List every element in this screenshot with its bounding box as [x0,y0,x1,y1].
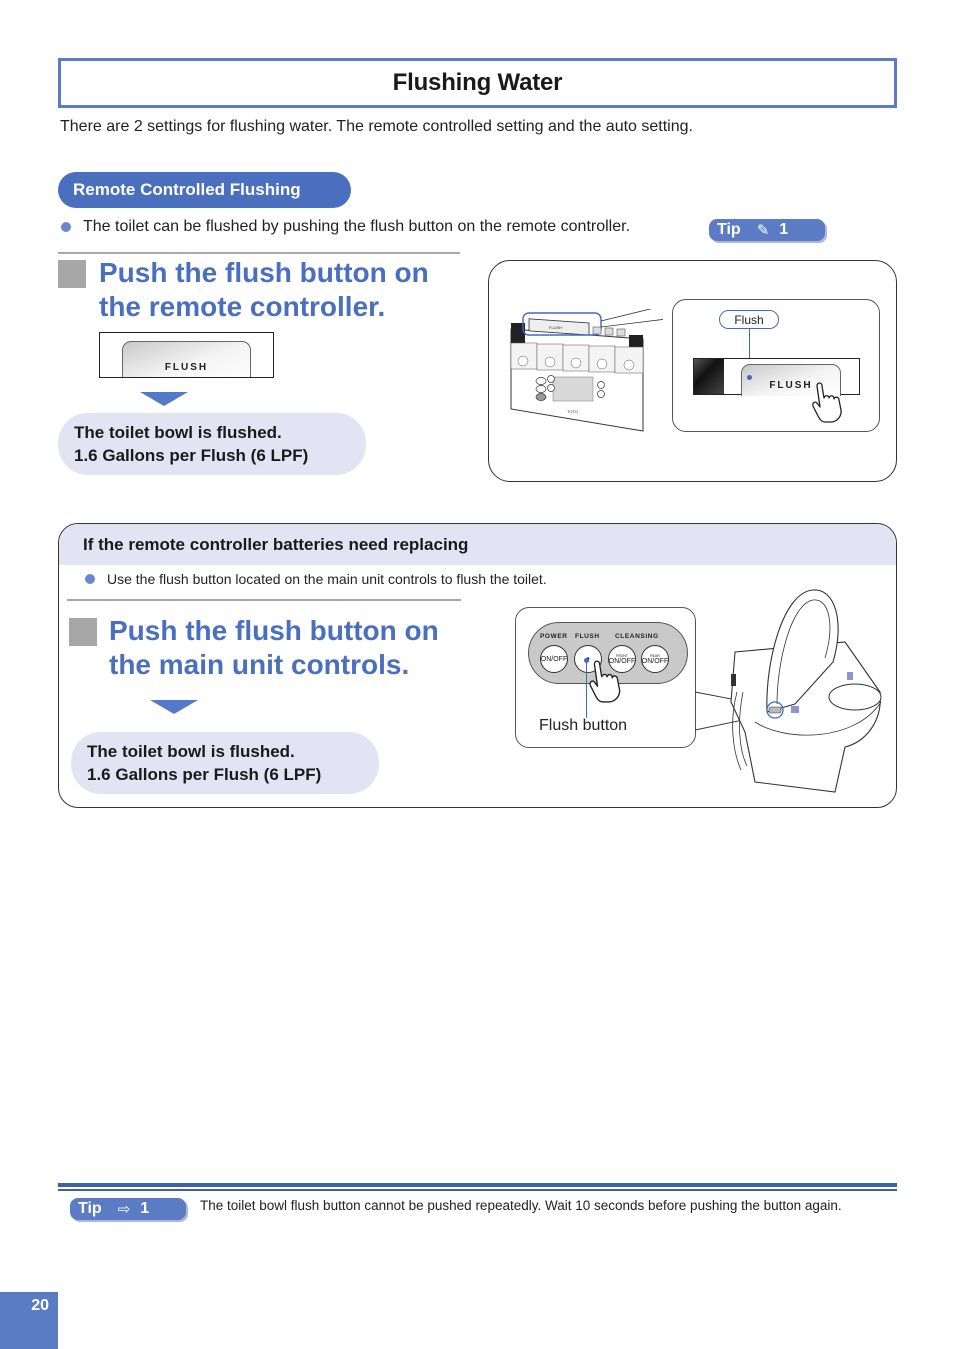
intro-text: There are 2 settings for flushing water.… [60,118,693,135]
step-marker [58,260,86,288]
bullet-dot-icon [61,222,71,232]
flush-button-caption: Flush button [539,717,628,734]
footer-rule-thin [58,1189,897,1191]
batteries-panel: If the remote controller batteries need … [58,523,897,808]
flush-zoom-callout: Flush FLUSH [672,299,880,432]
remote-illustration-panel: FLUSH TOTO Flush FLUSH [488,260,897,482]
battery-bullet: Use the flush button located on the main… [85,571,547,587]
remote-step-title: Push the flush button on the remote cont… [99,256,429,324]
arrow-right-icon: ⇨ [117,1201,131,1218]
footer-tip-text: The toilet bowl flush button cannot be p… [200,1198,842,1213]
callout-leader-line [586,660,587,718]
result-line1: The toilet bowl is flushed. [87,742,295,761]
bullet-dot-icon [85,574,95,584]
battery-result-bubble: The toilet bowl is flushed. 1.6 Gallons … [71,732,379,794]
battery-bullet-text: Use the flush button located on the main… [107,571,547,587]
arrow-down-icon [140,392,188,406]
remote-flush-label: FLUSH [549,325,562,330]
remote-flushing-heading: Remote Controlled Flushing [58,172,351,208]
page-title: Flushing Water [392,69,563,96]
callout-dot [747,375,752,380]
tip-badge-footer: Tip ⇨ 1 [70,1198,186,1220]
rear-button-label: ON/OFF [641,657,669,665]
remote-brand: TOTO [567,409,578,414]
footer-rule [58,1183,897,1187]
divider-rule [58,252,460,254]
hand-pointer-icon [812,382,842,423]
remote-edge-dark [694,359,724,394]
battery-step-title-line1: Push the flush button on [109,615,439,646]
tip-label: Tip [717,221,741,238]
hand-pointer-icon [589,660,621,703]
flush-callout-label: Flush [719,310,779,329]
divider-rule [67,599,461,601]
result-line2: 1.6 Gallons per Flush (6 LPF) [74,446,309,465]
remote-bullet: The toilet can be flushed by pushing the… [61,218,630,236]
power-label: POWER [540,633,568,640]
battery-step-title: Push the flush button on the main unit c… [109,614,439,682]
flush-key: FLUSH [122,341,251,377]
tip-number: 1 [140,1200,150,1217]
flush-callout-text: Flush [734,312,764,327]
flush-label: FLUSH [575,633,600,640]
flush-key-label: FLUSH [164,362,209,373]
result-line1: The toilet bowl is flushed. [74,423,282,442]
power-button-label: ON/OFF [540,655,568,663]
section-title-box: Flushing Water [58,58,897,108]
tip-badge-remote[interactable]: Tip ✎ 1 [709,219,825,241]
tip-label: Tip [78,1200,102,1217]
rear-cleansing-button: REAR ON/OFF [641,645,669,673]
step-marker [69,618,97,646]
remote-step-title-line1: Push the flush button on [99,257,429,288]
remote-result-bubble: The toilet bowl is flushed. 1.6 Gallons … [58,413,366,475]
power-button: ON/OFF [540,645,568,673]
page-number: 20 [0,1292,58,1349]
cleansing-label: CLEANSING [615,633,659,640]
batteries-header: If the remote controller batteries need … [59,524,896,565]
control-panel-callout: POWER FLUSH CLEANSING ON/OFF • FRONT ON/… [515,607,696,748]
flush-key-zoomed-label: FLUSH [769,380,813,391]
remote-step-title-line2: the remote controller. [99,291,386,322]
battery-step-title-line2: the main unit controls. [109,649,410,680]
result-line2: 1.6 Gallons per Flush (6 LPF) [87,765,322,784]
remote-controller-icon: FLUSH TOTO [510,309,663,432]
toilet-icon [695,589,882,793]
arrow-down-icon [150,700,198,714]
remote-bullet-text: The toilet can be flushed by pushing the… [83,218,631,235]
flush-button-illustration: FLUSH [99,332,274,378]
pencil-icon: ✎ [756,222,770,239]
tip-number: 1 [779,221,789,238]
